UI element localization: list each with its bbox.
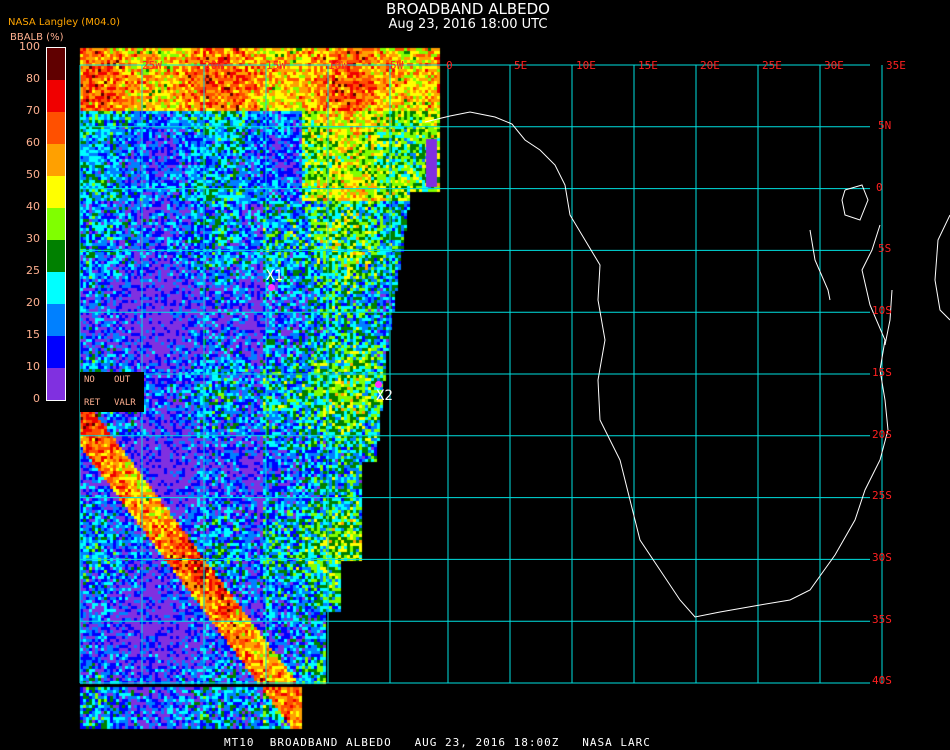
footer-caption: MT10 BROADBAND ALBEDO AUG 23, 2016 18:00… — [224, 736, 651, 749]
map-timestamp: Aug 23, 2016 18:00 UTC — [388, 17, 548, 32]
ret-label: RET — [84, 398, 101, 408]
color-bar-segment — [47, 48, 65, 80]
map-title: BROADBAND ALBEDO — [386, 0, 550, 18]
longitude-label: 20E — [700, 59, 720, 72]
legend-tick-label: 40 — [26, 200, 40, 213]
lake-malawi-outline — [884, 289, 893, 346]
madagascar-coastline — [934, 214, 950, 321]
legend-tick-label: 0 — [33, 392, 40, 405]
color-bar — [46, 47, 66, 401]
color-bar-segment — [47, 144, 65, 176]
color-bar-segment — [47, 176, 65, 208]
valr-label: VALR — [114, 398, 136, 408]
legend-tick-label: 30 — [26, 232, 40, 245]
legend-tick-label: 60 — [26, 136, 40, 149]
africa-coastline — [424, 111, 889, 618]
latitude-label: 40S — [872, 674, 892, 688]
latitude-label: 15S — [872, 365, 892, 379]
longitude-label: 10E — [576, 59, 596, 72]
color-bar-segment — [47, 208, 65, 240]
latitude-label: 0 — [876, 180, 883, 194]
latitude-label: 20S — [872, 427, 892, 441]
longitude-label: 15E — [638, 59, 658, 72]
color-bar-segment — [47, 304, 65, 336]
latitude-label: 35S — [872, 612, 892, 626]
color-bar-segment — [47, 368, 65, 400]
latitude-label: 5N — [878, 119, 892, 132]
latitude-label: 10S — [872, 304, 892, 318]
marker-x2-dot[interactable] — [375, 381, 382, 388]
legend-tick-label: 80 — [26, 72, 40, 85]
legend-tick-label: 25 — [26, 264, 40, 277]
legend-tick-label: 70 — [26, 104, 40, 117]
legend-tick-label: 20 — [26, 296, 40, 309]
latitude-label: 30S — [872, 550, 892, 564]
marker-x1-label: X1 — [266, 268, 283, 284]
marker-x2-label: X2 — [376, 388, 393, 404]
color-bar-segment — [47, 240, 65, 272]
latitude-label: 5S — [878, 242, 892, 256]
longitude-label: 25E — [762, 59, 782, 72]
color-bar-segment — [47, 80, 65, 112]
longitude-label: 25W — [142, 59, 162, 72]
product-source: NASA Langley (M04.0) — [8, 17, 120, 28]
marker-x1-dot[interactable] — [268, 284, 275, 291]
legend-tick-label: 15 — [26, 328, 40, 341]
longitude-label: 35E — [886, 59, 906, 72]
longitude-label: 10W — [328, 59, 348, 72]
lake-victoria-outline — [841, 184, 869, 221]
color-bar-segment — [47, 336, 65, 368]
legend-tick-label: 50 — [26, 168, 40, 181]
longitude-label: 30E — [824, 59, 844, 72]
longitude-label: 20W — [204, 59, 224, 72]
longitude-label: 5E — [514, 59, 528, 72]
longitude-label: 0 — [446, 59, 453, 72]
albedo-map-view: BROADBAND ALBEDO Aug 23, 2016 18:00 UTC … — [0, 0, 950, 750]
no-label: NO — [84, 375, 95, 385]
legend-tick-label: 10 — [26, 360, 40, 373]
latitude-label: 25S — [872, 489, 892, 503]
legend-tick-label: 100 — [19, 40, 40, 53]
out-label: OUT — [114, 375, 131, 385]
longitude-label: 5W — [390, 59, 404, 72]
no-retrieval-legend: NO OUT RET VALR — [80, 372, 144, 412]
longitude-label: 15W — [266, 59, 286, 72]
color-bar-segment — [47, 272, 65, 304]
color-bar-segment — [47, 112, 65, 144]
